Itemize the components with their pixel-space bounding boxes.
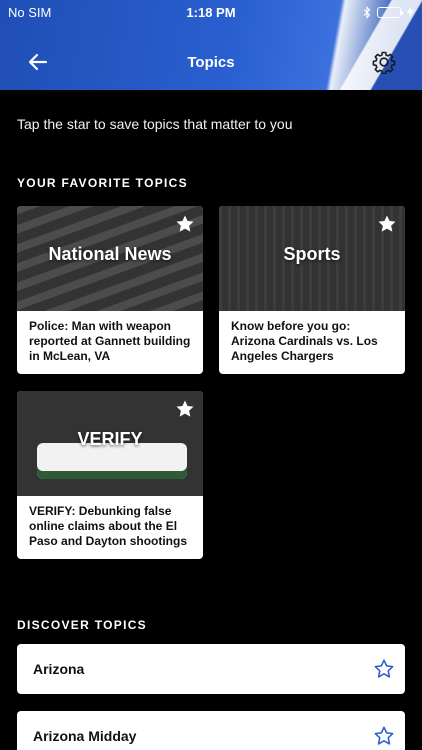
bluetooth-icon — [363, 5, 371, 19]
topic-card-image: National News — [17, 206, 203, 311]
navigation-bar: Topics — [0, 40, 422, 84]
topic-card-name: National News — [48, 244, 172, 264]
topic-card-sports[interactable]: Sports Know before you go: Arizona Cardi… — [219, 206, 405, 374]
intro-text: Tap the star to save topics that matter … — [17, 116, 293, 132]
topic-card-name: VERIFY — [77, 429, 143, 449]
topic-card-national-news[interactable]: National News Police: Man with weapon re… — [17, 206, 203, 374]
discover-topic-label: Arizona — [33, 661, 85, 677]
topic-card-image: Sports — [219, 206, 405, 311]
star-filled-icon[interactable] — [175, 399, 195, 419]
clock: 1:18 PM — [186, 4, 236, 20]
star-filled-icon[interactable] — [175, 214, 195, 234]
gear-icon[interactable] — [372, 50, 396, 74]
star-outline-icon[interactable] — [373, 658, 395, 680]
page-title: Topics — [187, 54, 235, 71]
star-outline-icon[interactable] — [373, 725, 395, 747]
discover-topic-row[interactable]: Arizona Midday — [17, 711, 405, 750]
discover-topic-row[interactable]: Arizona — [17, 644, 405, 694]
favorites-section-title: YOUR FAVORITE TOPICS — [17, 176, 188, 190]
battery-icon — [377, 6, 403, 18]
discover-topic-label: Arizona Midday — [33, 728, 137, 744]
discover-section-title: DISCOVER TOPICS — [17, 618, 147, 632]
charging-bolt-icon — [407, 6, 414, 18]
topic-card-headline[interactable]: Police: Man with weapon reported at Gann… — [17, 311, 203, 374]
topic-card-name: Sports — [283, 244, 341, 264]
star-filled-icon[interactable] — [377, 214, 397, 234]
topic-card-image: VERIFY — [17, 391, 203, 496]
topic-card-headline[interactable]: Know before you go: Arizona Cardinals vs… — [219, 311, 405, 374]
status-bar: No SIM 1:18 PM — [0, 0, 422, 24]
topic-card-verify[interactable]: VERIFY VERIFY: Debunking false online cl… — [17, 391, 203, 559]
topic-card-headline[interactable]: VERIFY: Debunking false online claims ab… — [17, 496, 203, 559]
